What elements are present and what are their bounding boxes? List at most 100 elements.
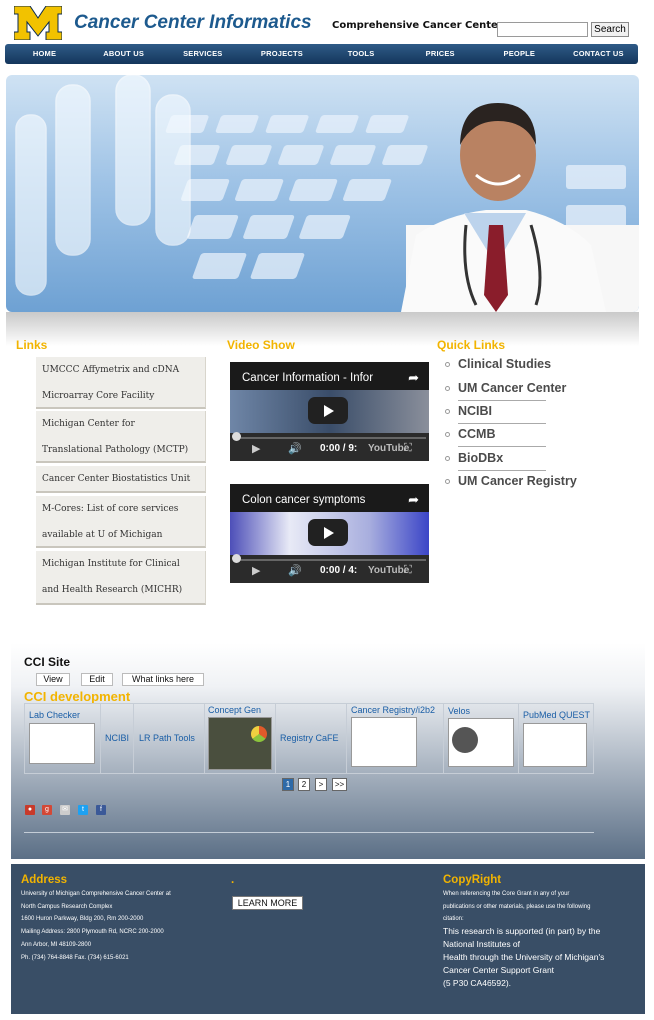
tile-label[interactable]: Lab Checker bbox=[29, 710, 80, 720]
quick-link-label[interactable]: CCMB bbox=[458, 427, 496, 441]
nav-projects[interactable]: PROJECTS bbox=[242, 44, 321, 64]
copyright-body: This research is supported (in part) by … bbox=[443, 925, 604, 990]
learn-more-button[interactable]: LEARN MORE bbox=[232, 896, 303, 910]
main-nav: HOME ABOUT US SERVICES PROJECTS TOOLS PR… bbox=[5, 44, 638, 64]
video-controls: ▶ 🔊 0:00 / 4: YouTube ⛶ bbox=[230, 554, 429, 583]
quick-link-label[interactable]: BioDBx bbox=[458, 451, 503, 465]
play-icon[interactable]: ▶ bbox=[252, 564, 260, 577]
tile-concept-gen[interactable]: Concept Gen bbox=[205, 704, 276, 773]
google-plus-icon[interactable]: g bbox=[42, 805, 52, 815]
pager-last[interactable]: >> bbox=[332, 778, 347, 791]
progress-knob[interactable] bbox=[232, 554, 241, 563]
share-link-icon[interactable]: ● bbox=[25, 805, 35, 815]
tab-what-links-here[interactable]: What links here bbox=[122, 673, 204, 686]
link-item-line: Michigan Center for bbox=[42, 419, 135, 429]
pager-next[interactable]: > bbox=[315, 778, 327, 791]
divider bbox=[458, 423, 546, 424]
volume-icon[interactable]: 🔊 bbox=[288, 564, 302, 577]
tile-label[interactable]: PubMed QUEST bbox=[523, 710, 590, 720]
quick-link-biodbx[interactable]: BioDBx bbox=[445, 451, 547, 471]
tile-label[interactable]: NCIBI bbox=[105, 733, 129, 743]
globe-icon bbox=[452, 727, 478, 753]
video-title[interactable]: Colon cancer symptoms bbox=[242, 494, 402, 506]
fullscreen-icon[interactable]: ⛶ bbox=[404, 564, 412, 577]
play-icon[interactable]: ▶ bbox=[252, 442, 260, 455]
quick-link-ncibi[interactable]: NCIBI bbox=[445, 404, 547, 424]
tile-velos[interactable]: Velos bbox=[444, 704, 519, 773]
link-item-affymetrix[interactable]: UMCCC Affymetrix and cDNA Microarray Cor… bbox=[36, 357, 206, 409]
tile-lab-checker[interactable]: Lab Checker bbox=[25, 704, 101, 773]
tile-label[interactable]: Concept Gen bbox=[208, 705, 261, 715]
address-line: Mailing Address: 2800 Plymouth Rd, NCRC … bbox=[21, 929, 164, 936]
play-button[interactable] bbox=[308, 397, 348, 424]
tile-label[interactable]: Registry CaFE bbox=[280, 733, 339, 743]
tile-lr-path-tools[interactable]: LR Path Tools bbox=[134, 704, 205, 773]
pager-page-1[interactable]: 1 bbox=[282, 778, 294, 791]
tile-registry-cafe[interactable]: Registry CaFE bbox=[276, 704, 347, 773]
nav-prices[interactable]: PRICES bbox=[401, 44, 480, 64]
copyright-line: When referencing the Core Grant in any o… bbox=[443, 891, 570, 897]
quick-link-label[interactable]: NCIBI bbox=[458, 404, 492, 418]
progress-bar[interactable] bbox=[234, 559, 426, 561]
site-title[interactable]: Cancer Center Informatics bbox=[74, 12, 312, 34]
share-icon[interactable]: ➦ bbox=[408, 492, 419, 508]
pager-page-2[interactable]: 2 bbox=[298, 778, 310, 791]
share-icon[interactable]: ➦ bbox=[408, 370, 419, 386]
cancer-registry-thumbnail[interactable] bbox=[351, 717, 417, 767]
video-title[interactable]: Cancer Information - Infor bbox=[242, 372, 402, 384]
bullet-icon bbox=[445, 479, 450, 484]
lab-checker-thumbnail[interactable] bbox=[29, 723, 95, 764]
play-button[interactable] bbox=[308, 519, 348, 546]
nav-contact-us[interactable]: CONTACT US bbox=[559, 44, 638, 64]
link-item-line: Translational Pathology (MCTP) bbox=[42, 445, 189, 455]
link-item-biostatistics[interactable]: Cancer Center Biostatistics Unit bbox=[36, 466, 206, 493]
link-item-michr[interactable]: Michigan Institute for Clinical and Heal… bbox=[36, 551, 206, 605]
video-player-2[interactable]: Colon cancer symptoms ➦ ▶ 🔊 0:00 / 4: Yo… bbox=[230, 484, 429, 583]
nav-services[interactable]: SERVICES bbox=[163, 44, 242, 64]
nav-tools[interactable]: TOOLS bbox=[322, 44, 401, 64]
tab-edit[interactable]: Edit bbox=[81, 673, 113, 686]
quick-link-label[interactable]: UM Cancer Center bbox=[458, 381, 566, 395]
pie-icon bbox=[251, 726, 267, 742]
quick-link-clinical-studies[interactable]: Clinical Studies bbox=[445, 357, 551, 377]
copyright-line: This research is supported (in part) by … bbox=[443, 926, 601, 936]
quick-link-um-cancer-center[interactable]: UM Cancer Center bbox=[445, 381, 566, 401]
tile-label[interactable]: Cancer Registry/i2b2 bbox=[351, 705, 435, 715]
fullscreen-icon[interactable]: ⛶ bbox=[404, 442, 412, 455]
velos-thumbnail[interactable] bbox=[448, 718, 514, 767]
copyright-line: publications or other materials, please … bbox=[443, 903, 591, 910]
video-controls: ▶ 🔊 0:00 / 9: YouTube ⛶ bbox=[230, 432, 429, 461]
cci-development-heading: CCI development bbox=[24, 689, 131, 704]
address-line: 1600 Huron Parkway, Bldg 200, Rm 200-200… bbox=[21, 916, 144, 923]
link-item-mctp[interactable]: Michigan Center for Translational Pathol… bbox=[36, 411, 206, 463]
facebook-icon[interactable]: f bbox=[96, 805, 106, 815]
tile-label[interactable]: LR Path Tools bbox=[139, 733, 195, 743]
link-item-m-cores[interactable]: M-Cores: List of core services available… bbox=[36, 496, 206, 548]
quick-link-ccmb[interactable]: CCMB bbox=[445, 427, 547, 447]
address-block: University of Michigan Comprehensive Can… bbox=[21, 888, 171, 964]
quick-link-label[interactable]: Clinical Studies bbox=[458, 357, 551, 371]
video-player-1[interactable]: Cancer Information - Infor ➦ ▶ 🔊 0:00 / … bbox=[230, 362, 429, 461]
nav-home[interactable]: HOME bbox=[5, 44, 84, 64]
tile-label[interactable]: Velos bbox=[448, 706, 470, 716]
tab-view[interactable]: View bbox=[36, 673, 70, 686]
twitter-icon[interactable]: t bbox=[78, 805, 88, 815]
search-button[interactable]: Search bbox=[591, 22, 629, 37]
volume-icon[interactable]: 🔊 bbox=[288, 442, 302, 455]
university-m-logo[interactable] bbox=[14, 6, 62, 40]
quick-link-label[interactable]: UM Cancer Registry bbox=[458, 474, 577, 488]
progress-knob[interactable] bbox=[232, 432, 241, 441]
quick-link-um-cancer-registry[interactable]: UM Cancer Registry bbox=[445, 474, 577, 494]
copyright-line: Cancer Center Support Grant bbox=[443, 965, 555, 975]
nav-people[interactable]: PEOPLE bbox=[480, 44, 559, 64]
progress-bar[interactable] bbox=[234, 437, 426, 439]
divider bbox=[458, 400, 546, 401]
tile-pubmed-quest[interactable]: PubMed QUEST bbox=[519, 704, 593, 773]
search-input[interactable] bbox=[497, 22, 588, 37]
nav-about-us[interactable]: ABOUT US bbox=[84, 44, 163, 64]
tile-cancer-registry-i2b2[interactable]: Cancer Registry/i2b2 bbox=[347, 704, 444, 773]
tile-ncibi[interactable]: NCIBI bbox=[101, 704, 134, 773]
email-icon[interactable]: ✉ bbox=[60, 805, 70, 815]
concept-gen-thumbnail[interactable] bbox=[208, 717, 272, 770]
pubmed-quest-thumbnail[interactable] bbox=[523, 723, 587, 767]
